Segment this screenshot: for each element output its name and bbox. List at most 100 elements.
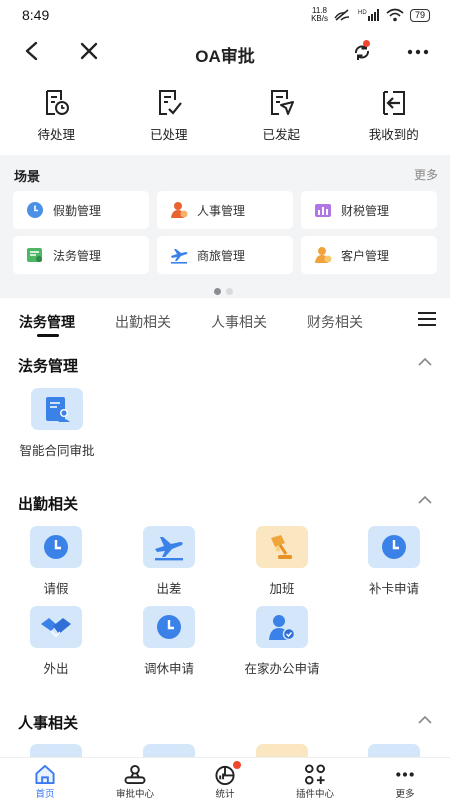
- chevron-up-icon[interactable]: [418, 495, 432, 505]
- app-go-out[interactable]: 外出: [1, 606, 111, 677]
- plane-icon: [171, 249, 188, 264]
- scene-card-finance[interactable]: 财税管理: [301, 191, 437, 229]
- bottom-navigation: 首页 审批中心 统计 插件中心 更多: [0, 757, 450, 800]
- app-leave[interactable]: 请假: [1, 526, 111, 597]
- scenes-page-indicator: [214, 288, 233, 295]
- app-overtime[interactable]: 加班: [227, 526, 337, 597]
- tab-legal[interactable]: 法务管理: [19, 312, 75, 332]
- app-label: 调休申请: [143, 662, 194, 676]
- nav-label: 审批中心: [115, 789, 154, 800]
- nav-plugin-center[interactable]: 插件中心: [270, 758, 360, 800]
- plane-icon: [155, 537, 183, 561]
- scene-label: 客户管理: [341, 248, 390, 263]
- legal-icon: [27, 248, 42, 262]
- nav-label: 统计: [215, 789, 235, 800]
- nav-statistics[interactable]: 统计: [180, 758, 270, 800]
- scene-card-customer[interactable]: 客户管理: [301, 236, 437, 274]
- scenes-header: 场景 更多: [14, 166, 438, 185]
- quick-action-label: 待处理: [37, 128, 75, 142]
- more-dots-icon[interactable]: [406, 40, 430, 64]
- nav-more[interactable]: 更多: [360, 758, 450, 800]
- app-icon-peek: [368, 744, 420, 757]
- app-card-replenish[interactable]: 补卡申请: [339, 526, 449, 597]
- clock-icon: [382, 535, 406, 559]
- sync-icon: [355, 44, 369, 60]
- quick-action-label: 已处理: [149, 128, 188, 142]
- nav-label: 更多: [395, 789, 415, 800]
- category-tabs: 法务管理 出勤相关 人事相关 财务相关: [0, 300, 450, 340]
- person-icon: [171, 202, 188, 218]
- app-label: 加班: [269, 582, 295, 596]
- lamp-icon: [271, 535, 292, 559]
- app-work-from-home[interactable]: 在家办公申请: [227, 606, 337, 677]
- sync-button[interactable]: [350, 40, 376, 64]
- scene-card-hr[interactable]: 人事管理: [157, 191, 293, 229]
- hd-signal-icon: HD: [358, 9, 379, 21]
- app-icon-bg: [143, 526, 195, 568]
- contract-icon: [46, 397, 70, 422]
- finance-chart-icon: [315, 204, 331, 217]
- page-title: OA审批: [195, 47, 255, 66]
- page-dot: [226, 288, 233, 295]
- app-label: 请假: [43, 582, 69, 596]
- nav-home[interactable]: 首页: [0, 758, 90, 800]
- app-icon-bg: [368, 526, 420, 568]
- active-tab-indicator: [37, 334, 59, 337]
- processed-doc-icon: [158, 90, 182, 115]
- wifi-icon: [386, 8, 404, 22]
- quick-action-pending[interactable]: 待处理: [0, 84, 113, 154]
- app-label: 智能合同审批: [19, 444, 95, 458]
- app-icon-bg: [256, 526, 308, 568]
- app-icon-bg: [256, 606, 308, 648]
- plugin-icon: [304, 764, 326, 785]
- scene-card-legal[interactable]: 法务管理: [13, 236, 149, 274]
- stats-badge: [233, 761, 241, 769]
- chevron-up-icon[interactable]: [418, 715, 432, 725]
- clock-icon: [157, 615, 181, 639]
- scene-card-leave[interactable]: 假勤管理: [13, 191, 149, 229]
- tabs-fade: [385, 306, 410, 336]
- scene-card-travel[interactable]: 商旅管理: [157, 236, 293, 274]
- status-bar: 8:49 11.8 KB/s HD 79: [0, 0, 450, 30]
- menu-icon[interactable]: [417, 311, 437, 327]
- received-icon: [382, 91, 405, 115]
- handshake-icon: [41, 618, 71, 637]
- scenes-more-link[interactable]: 更多: [414, 166, 438, 185]
- tab-hr[interactable]: 人事相关: [211, 312, 267, 332]
- quick-action-received[interactable]: 我收到的: [338, 84, 450, 154]
- app-icon-bg: [30, 606, 82, 648]
- quick-action-label: 我收到的: [368, 128, 419, 142]
- app-smart-contract[interactable]: 智能合同审批: [2, 388, 112, 459]
- battery-indicator: 79: [409, 8, 430, 22]
- more-icon: [396, 772, 414, 777]
- app-business-trip[interactable]: 出差: [114, 526, 224, 597]
- tab-attendance[interactable]: 出勤相关: [115, 312, 171, 332]
- nav-label: 首页: [35, 789, 55, 800]
- notification-dot: [363, 40, 370, 47]
- svg-text:HD: HD: [358, 10, 367, 16]
- nav-label: 插件中心: [295, 789, 334, 800]
- section-title-hr: 人事相关: [18, 715, 79, 732]
- app-time-off[interactable]: 调休申请: [114, 606, 224, 677]
- nav-approval-center[interactable]: 审批中心: [90, 758, 180, 800]
- pending-doc-icon: [46, 90, 70, 115]
- scene-label: 法务管理: [53, 248, 102, 263]
- app-label: 出差: [156, 582, 182, 596]
- app-icon-peek: [143, 744, 195, 757]
- close-icon[interactable]: [78, 40, 100, 62]
- app-icon-peek: [30, 744, 82, 757]
- scene-label: 商旅管理: [197, 248, 246, 263]
- app-label: 补卡申请: [368, 582, 419, 596]
- scene-label: 假勤管理: [53, 203, 102, 218]
- quick-action-processed[interactable]: 已处理: [113, 84, 226, 154]
- scenes-title: 场景: [14, 169, 41, 184]
- customer-icon: [315, 247, 332, 263]
- app-icon-peek: [256, 744, 308, 757]
- chevron-up-icon[interactable]: [418, 357, 432, 367]
- tab-finance[interactable]: 财务相关: [307, 312, 363, 332]
- clock-icon: [27, 202, 43, 218]
- status-time: 8:49: [22, 7, 50, 23]
- back-arrow-icon[interactable]: [22, 40, 42, 62]
- approval-center-icon: [124, 764, 146, 785]
- quick-action-initiated[interactable]: 已发起: [225, 84, 338, 154]
